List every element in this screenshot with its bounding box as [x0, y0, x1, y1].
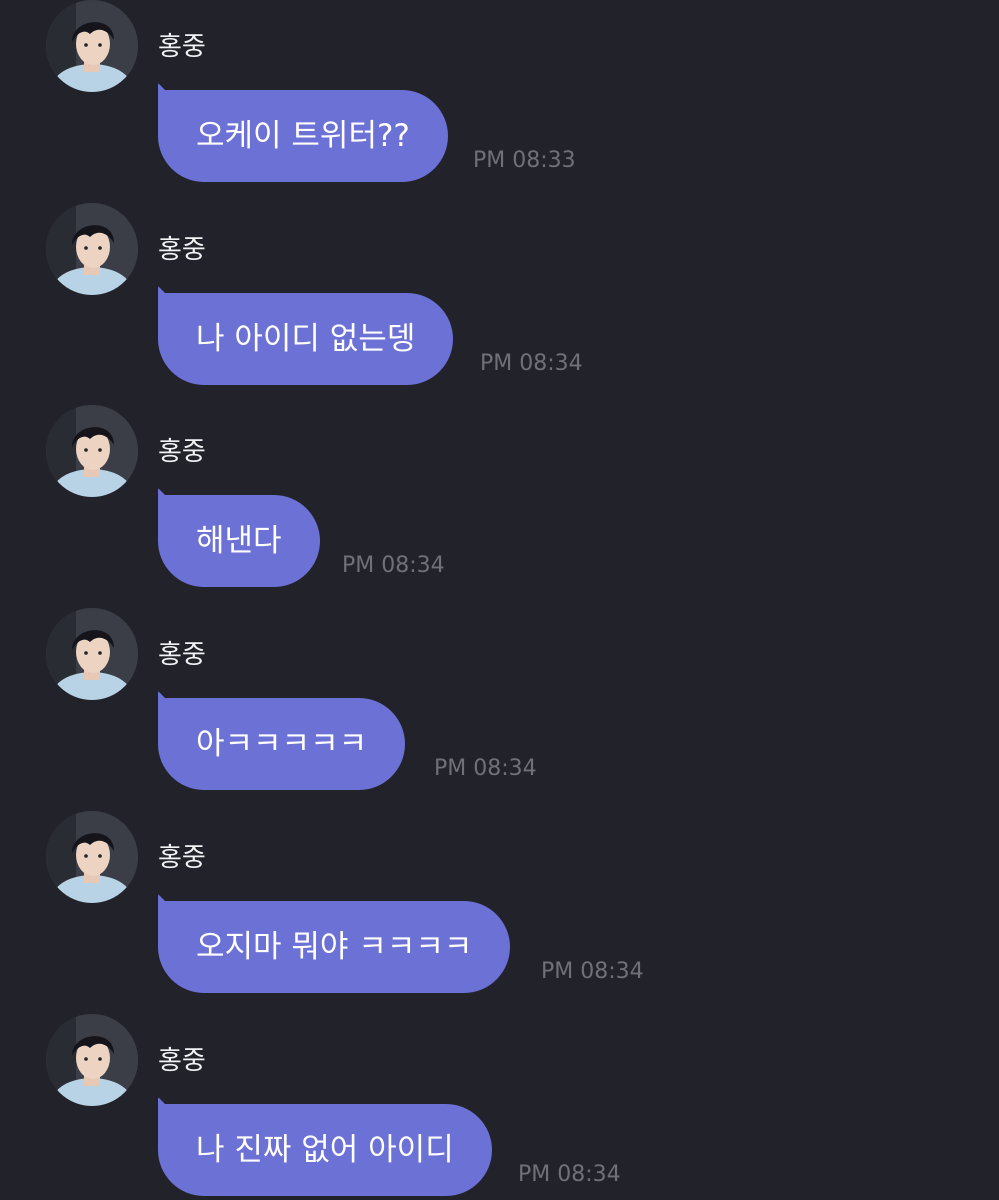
- sender-name: 홍중: [158, 1046, 206, 1076]
- message-row: 홍중 나 아이디 없는뎅 PM 08:34: [0, 203, 999, 406]
- message-time: PM 08:34: [541, 959, 644, 984]
- user-avatar-photo-icon: [46, 203, 138, 295]
- user-avatar-photo-icon: [46, 405, 138, 497]
- avatar[interactable]: [46, 811, 138, 903]
- avatar[interactable]: [46, 0, 138, 92]
- sender-name: 홍중: [158, 32, 206, 62]
- sender-name: 홍중: [158, 235, 206, 265]
- message-row: 홍중 해낸다 PM 08:34: [0, 405, 999, 608]
- message-time: PM 08:34: [342, 553, 445, 578]
- sender-name: 홍중: [158, 843, 206, 873]
- message-bubble[interactable]: 오지마 뭐야 ㅋㅋㅋㅋ: [158, 901, 511, 993]
- message-row: 홍중 오지마 뭐야 ㅋㅋㅋㅋ PM 08:34: [0, 811, 999, 1014]
- message-time: PM 08:34: [480, 351, 583, 376]
- sender-name: 홍중: [158, 437, 206, 467]
- message-bubble[interactable]: 오케이 트위터??: [158, 90, 448, 182]
- avatar[interactable]: [46, 405, 138, 497]
- avatar[interactable]: [46, 608, 138, 700]
- sender-name: 홍중: [158, 640, 206, 670]
- message-bubble[interactable]: 아ㅋㅋㅋㅋㅋ: [158, 698, 406, 790]
- user-avatar-photo-icon: [46, 0, 138, 92]
- message-row: 홍중 나 진짜 없어 아이디 PM 08:34: [0, 1014, 999, 1200]
- message-bubble[interactable]: 나 아이디 없는뎅: [158, 293, 454, 385]
- user-avatar-photo-icon: [46, 608, 138, 700]
- user-avatar-photo-icon: [46, 1014, 138, 1106]
- message-time: PM 08:33: [473, 148, 576, 173]
- user-avatar-photo-icon: [46, 811, 138, 903]
- message-row: 홍중 오케이 트위터?? PM 08:33: [0, 0, 999, 203]
- message-row: 홍중 아ㅋㅋㅋㅋㅋ PM 08:34: [0, 608, 999, 811]
- message-bubble[interactable]: 해낸다: [158, 495, 320, 587]
- message-time: PM 08:34: [434, 756, 537, 781]
- message-bubble[interactable]: 나 진짜 없어 아이디: [158, 1104, 492, 1196]
- message-time: PM 08:34: [518, 1162, 621, 1187]
- avatar[interactable]: [46, 203, 138, 295]
- avatar[interactable]: [46, 1014, 138, 1106]
- chat-log: 홍중 오케이 트위터?? PM 08:33 홍중 나 아이디 없는뎅 PM 08…: [0, 0, 999, 1200]
